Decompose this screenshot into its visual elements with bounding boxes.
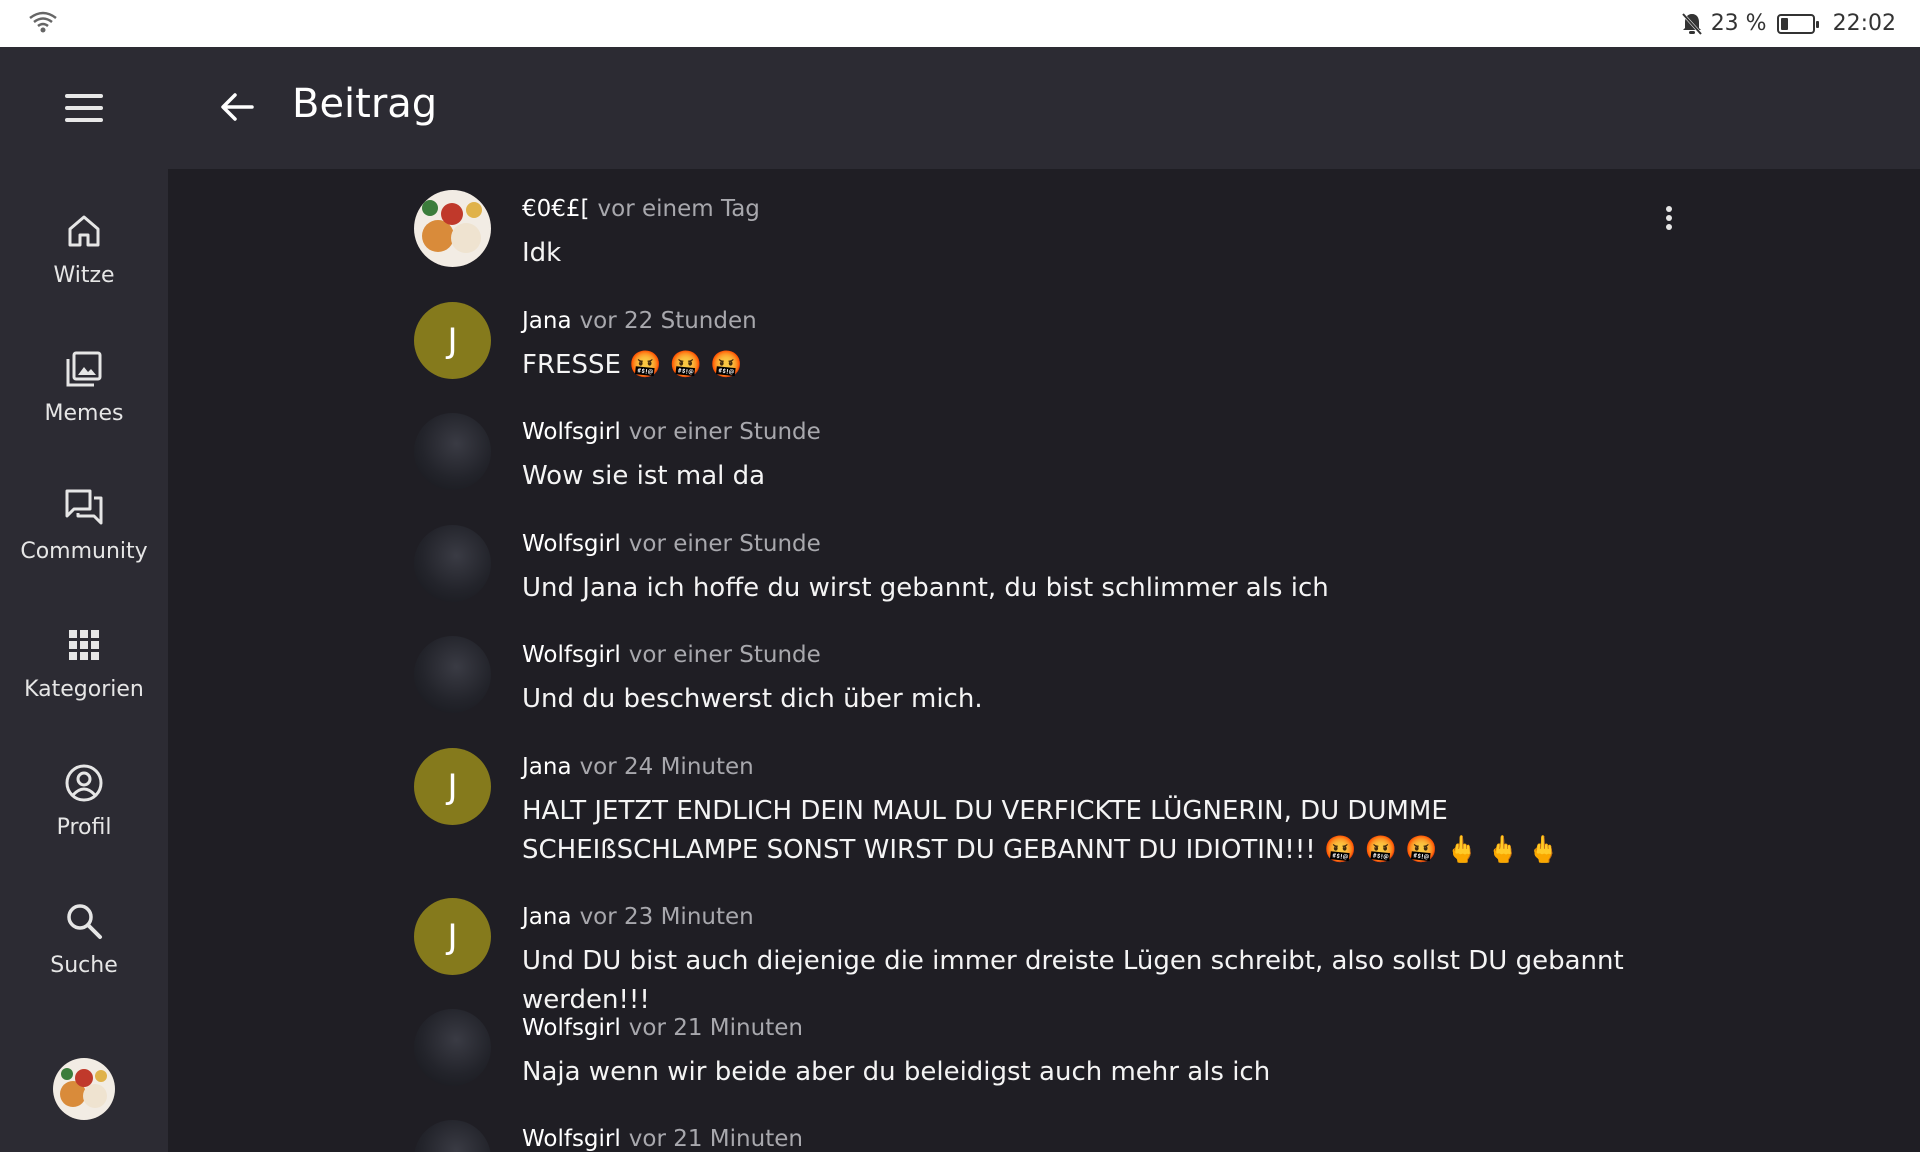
comment-text: Und Jana ich hoffe du wirst gebannt, du …	[522, 573, 1329, 603]
comment-text: FRESSE 🤬 🤬 🤬	[522, 350, 743, 380]
nav-item-suche[interactable]: Suche	[0, 899, 168, 1009]
nav-label: Community	[20, 539, 148, 564]
comment-author[interactable]: Wolfsgirl	[522, 642, 621, 668]
avatar[interactable]	[414, 636, 491, 713]
comment-author[interactable]: Wolfsgirl	[522, 531, 621, 557]
nav-item-profil[interactable]: Profil	[0, 761, 168, 871]
grid-icon	[69, 630, 99, 660]
nav-item-kategorien[interactable]: Kategorien	[0, 623, 168, 733]
comment-time: vor einem Tag	[597, 196, 760, 222]
battery-icon	[1776, 13, 1819, 34]
search-icon	[67, 904, 102, 939]
nav-item-community[interactable]: Community	[0, 485, 168, 595]
comment-author[interactable]: Jana	[522, 904, 572, 930]
avatar[interactable]	[414, 1009, 491, 1086]
comment-time: vor 24 Minuten	[579, 754, 754, 780]
comment-author[interactable]: Jana	[522, 308, 572, 334]
forum-icon	[65, 489, 103, 525]
avatar[interactable]: J	[414, 748, 491, 825]
nav-label: Kategorien	[24, 677, 144, 702]
comment-time: vor 22 Stunden	[579, 308, 757, 334]
comment-time: vor 21 Minuten	[628, 1015, 803, 1041]
avatar[interactable]	[414, 190, 491, 267]
comment-time: vor einer Stunde	[628, 419, 821, 445]
navigation-rail: Witze Memes Community Kategorien Profil …	[0, 47, 168, 1152]
avatar[interactable]: J	[414, 302, 491, 379]
back-arrow-icon[interactable]	[218, 89, 256, 125]
comment-text: Und DU bist auch diejenige die immer dre…	[522, 946, 1624, 1015]
wifi-icon	[29, 11, 57, 33]
nav-item-memes[interactable]: Memes	[0, 347, 168, 457]
status-bar: 23 % 22:02	[0, 0, 1920, 47]
comment-time: vor 21 Minuten	[628, 1126, 803, 1152]
nav-label: Witze	[53, 263, 115, 288]
avatar[interactable]: J	[414, 898, 491, 975]
comment-text: Wow sie ist mal da	[522, 461, 766, 491]
avatar[interactable]	[414, 525, 491, 602]
clock: 22:02	[1832, 11, 1896, 36]
comment-author[interactable]: Jana	[522, 754, 572, 780]
page-title: Beitrag	[292, 81, 438, 127]
comment-text: Und du beschwerst dich über mich.	[522, 684, 983, 714]
avatar[interactable]	[414, 413, 491, 490]
comment-time: vor einer Stunde	[628, 531, 821, 557]
comment-author[interactable]: Wolfsgirl	[522, 1126, 621, 1152]
battery-percent: 23 %	[1710, 11, 1767, 36]
nav-item-witze[interactable]: Witze	[0, 209, 168, 319]
menu-icon[interactable]	[65, 94, 103, 124]
avatar[interactable]	[414, 1120, 491, 1152]
account-icon	[65, 764, 103, 802]
comment-author[interactable]: Wolfsgirl	[522, 419, 621, 445]
user-avatar[interactable]	[53, 1058, 115, 1120]
comment-time: vor einer Stunde	[628, 642, 821, 668]
nav-label: Suche	[50, 953, 118, 978]
comment-time: vor 23 Minuten	[579, 904, 754, 930]
home-icon	[68, 215, 100, 247]
gallery-icon	[66, 351, 102, 387]
comment-author[interactable]: Wolfsgirl	[522, 1015, 621, 1041]
comment-text: Naja wenn wir beide aber du beleidigst a…	[522, 1057, 1271, 1087]
nav-label: Profil	[56, 815, 112, 840]
more-options-icon[interactable]	[1654, 206, 1684, 236]
nav-label: Memes	[44, 401, 124, 426]
comment-text: Idk	[522, 238, 562, 268]
comment-author[interactable]: €0€£[	[522, 196, 590, 222]
top-app-bar: Beitrag	[168, 47, 1920, 169]
comment-text: HALT JETZT ENDLICH DEIN MAUL DU VERFICKT…	[522, 796, 1560, 865]
bell-off-icon	[1681, 12, 1702, 35]
